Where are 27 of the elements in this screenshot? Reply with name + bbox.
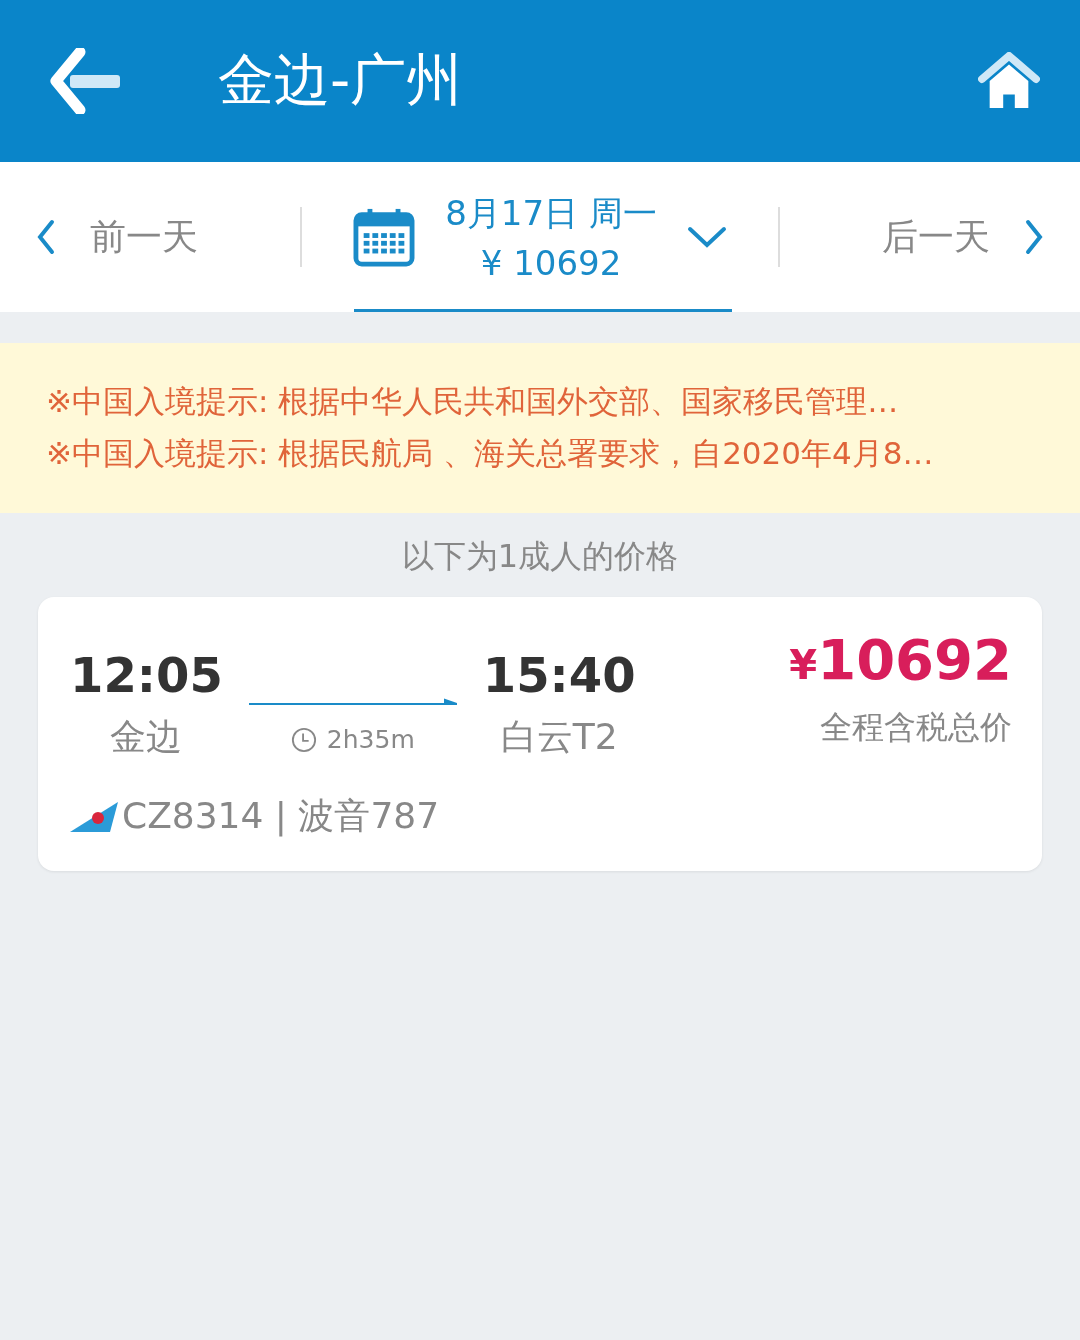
flight-duration: 2h35m — [326, 725, 415, 754]
previous-day-button[interactable]: 前一天 — [0, 212, 300, 262]
chevron-right-icon — [1024, 219, 1044, 255]
page-title: 金边-广州 — [218, 46, 464, 114]
clock-icon — [290, 726, 317, 753]
notice-text[interactable]: ※中国入境提示: 根据民航局 、海关总署要求，自2020年4月8… — [46, 433, 1080, 475]
next-day-button[interactable]: 后一天 — [780, 212, 1080, 262]
back-arrow-icon[interactable] — [50, 48, 122, 114]
arrival-airport: 白云T2 — [500, 715, 618, 759]
airline-tail-icon — [70, 801, 118, 832]
price-note: 全程含税总价 — [820, 707, 1012, 748]
flight-price: 10692 — [817, 627, 1012, 692]
flight-card[interactable]: 12:05 金边 2h35m 15:40 白云T2 ¥10692 全程含税总价 CZ8314 | 波音787 — [38, 597, 1042, 871]
flight-number: CZ8314 | 波音787 — [122, 794, 440, 839]
calendar-icon — [353, 207, 416, 267]
arrival-time: 15:40 — [482, 647, 636, 703]
notice-text[interactable]: ※中国入境提示: 根据中华人民共和国外交部、国家移民管理… — [46, 381, 1080, 423]
date-label: 8月17日 周一 — [445, 192, 657, 235]
date-selector[interactable]: 8月17日 周一 ¥ 10692 — [302, 162, 778, 312]
departure-airport: 金边 — [110, 715, 183, 759]
price-caption: 以下为1成人的价格 — [400, 536, 680, 577]
date-price: ¥ 10692 — [480, 243, 622, 283]
currency-symbol: ¥ — [789, 642, 818, 688]
departure-time: 12:05 — [70, 647, 223, 703]
chevron-left-icon — [36, 219, 56, 255]
chevron-down-icon — [686, 225, 727, 249]
home-icon[interactable] — [978, 52, 1040, 110]
